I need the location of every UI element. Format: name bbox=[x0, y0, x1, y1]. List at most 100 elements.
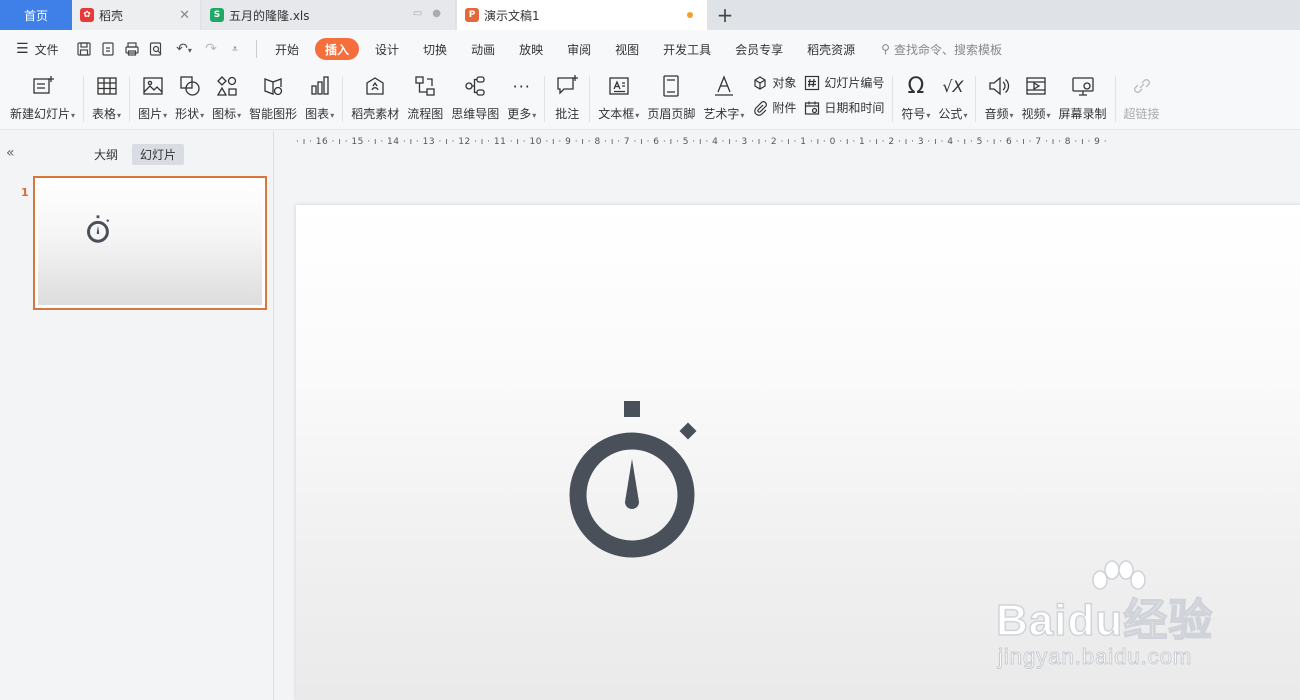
picture-button[interactable]: 图片▾ bbox=[134, 72, 171, 128]
menu-item-member[interactable]: 会员专享 bbox=[723, 38, 795, 60]
stopwatch-icon[interactable] bbox=[568, 399, 708, 559]
chart-button[interactable]: 图表▾ bbox=[301, 72, 338, 128]
textbox-icon bbox=[605, 72, 633, 100]
menu-item-animation[interactable]: 动画 bbox=[459, 38, 507, 60]
new-slide-icon bbox=[29, 72, 57, 100]
watermark-url: jingyan.baidu.com bbox=[997, 644, 1193, 670]
object-icon bbox=[754, 75, 766, 90]
icon-button[interactable]: 图标▾ bbox=[208, 72, 245, 128]
slide-thumbnail[interactable] bbox=[33, 176, 267, 310]
undo-icon[interactable]: ↶▾ bbox=[172, 41, 196, 57]
file-menu-label: 文件 bbox=[34, 42, 59, 57]
shape-icon bbox=[176, 72, 204, 100]
menu-item-developer[interactable]: 开发工具 bbox=[651, 38, 723, 60]
more-button[interactable]: ··· 更多▾ bbox=[503, 72, 540, 128]
file-menu-button[interactable]: ☰ 文件 bbox=[0, 41, 70, 58]
header-footer-button[interactable]: 页眉页脚 bbox=[643, 72, 699, 128]
menu-item-home[interactable]: 开始 bbox=[263, 38, 311, 60]
tab-ppt-label: 演示文稿1 bbox=[484, 8, 540, 23]
audio-button[interactable]: 音频▾ bbox=[980, 72, 1017, 128]
audio-label: 音频 bbox=[984, 107, 1009, 121]
bar-chart-icon bbox=[306, 72, 334, 100]
video-button[interactable]: 视频▾ bbox=[1017, 72, 1054, 128]
tab-xls[interactable]: S 五月的隆隆.xls ▭ ● bbox=[202, 0, 455, 30]
hamburger-icon: ☰ bbox=[16, 41, 29, 57]
picture-label: 图片 bbox=[138, 107, 163, 121]
close-icon[interactable]: ✕ bbox=[179, 8, 190, 23]
hash-icon bbox=[805, 75, 820, 90]
wordart-label: 艺术字 bbox=[703, 107, 740, 121]
hyperlink-button[interactable]: 超链接 bbox=[1120, 72, 1164, 128]
textbox-label: 文本框 bbox=[598, 107, 635, 121]
smartart-label: 智能图形 bbox=[249, 107, 298, 121]
menu-item-design[interactable]: 设计 bbox=[363, 38, 411, 60]
smartart-button[interactable]: 智能图形 bbox=[245, 72, 301, 128]
slide-navigation-panel: « 大纲 幻灯片 1 bbox=[0, 131, 274, 700]
wordart-button[interactable]: 艺术字▾ bbox=[699, 72, 748, 128]
formula-icon: √X bbox=[942, 76, 964, 96]
menu-item-slideshow[interactable]: 放映 bbox=[507, 38, 555, 60]
redo-icon[interactable]: ↷ bbox=[202, 41, 220, 57]
daoke-icon: ✿ bbox=[80, 8, 94, 22]
screen-record-button[interactable]: 屏幕录制 bbox=[1055, 72, 1111, 128]
tab-home[interactable]: 首页 bbox=[0, 0, 72, 30]
menu-item-transition[interactable]: 切换 bbox=[411, 38, 459, 60]
textbox-button[interactable]: 文本框▾ bbox=[594, 72, 643, 128]
tab-daoke-label: 稻壳 bbox=[99, 8, 124, 23]
symbol-button[interactable]: Ω 符号▾ bbox=[897, 72, 934, 128]
slide-number-button[interactable]: 幻灯片编号 bbox=[804, 74, 884, 91]
save-icon[interactable] bbox=[76, 41, 94, 57]
menu-item-insert[interactable]: 插入 bbox=[315, 38, 360, 60]
header-footer-label: 页眉页脚 bbox=[647, 107, 696, 121]
slide-number-label: 幻灯片编号 bbox=[824, 76, 885, 90]
horizontal-ruler: · ı · 16 · ı · 15 · ı · 14 · ı · 13 · ı … bbox=[296, 137, 1108, 147]
add-tab-button[interactable]: + bbox=[707, 0, 743, 30]
monitor-icon[interactable]: ▭ bbox=[413, 8, 422, 19]
more-icon: ··· bbox=[512, 76, 531, 96]
smartart-icon bbox=[259, 72, 287, 100]
symbol-label: 符号 bbox=[901, 107, 926, 121]
link-icon bbox=[1128, 72, 1156, 100]
tab-slides[interactable]: 幻灯片 bbox=[132, 144, 185, 165]
collapse-panel-icon[interactable]: « bbox=[6, 145, 15, 161]
icon-label: 图标 bbox=[212, 107, 237, 121]
comment-icon bbox=[553, 72, 581, 100]
flowchart-label: 流程图 bbox=[407, 107, 444, 121]
slide-thumbnail-number: 1 bbox=[21, 186, 29, 199]
shape-label: 形状 bbox=[175, 107, 200, 121]
object-button[interactable]: 对象 bbox=[752, 74, 796, 91]
comment-button[interactable]: 批注 bbox=[549, 72, 585, 128]
datetime-button[interactable]: 日期和时间 bbox=[804, 99, 884, 116]
spreadsheet-icon: S bbox=[210, 8, 224, 22]
watermark-logo-text: Baidu经验 bbox=[995, 595, 1214, 646]
tab-daoke[interactable]: ✿ 稻壳 ✕ bbox=[72, 0, 200, 30]
mindmap-button[interactable]: 思维导图 bbox=[447, 72, 503, 128]
shape-button[interactable]: 形状▾ bbox=[171, 72, 208, 128]
customize-toolbar-icon[interactable]: ⩡ bbox=[226, 44, 244, 55]
mindmap-icon bbox=[461, 72, 489, 100]
menu-separator bbox=[256, 40, 257, 58]
attachment-button[interactable]: 附件 bbox=[752, 99, 796, 116]
menu-item-daoke-resources[interactable]: 稻壳资源 bbox=[795, 38, 867, 60]
flowchart-button[interactable]: 流程图 bbox=[403, 72, 447, 128]
table-icon bbox=[93, 72, 121, 100]
calendar-icon bbox=[805, 101, 820, 115]
table-button[interactable]: 表格▾ bbox=[88, 72, 125, 128]
command-search[interactable]: ⚲ 查找命令、搜索模板 bbox=[881, 41, 1002, 58]
stopwatch-icon bbox=[86, 215, 112, 243]
omega-icon: Ω bbox=[907, 73, 925, 99]
comment-label: 批注 bbox=[555, 107, 580, 121]
formula-button[interactable]: √X 公式▾ bbox=[934, 72, 971, 128]
tab-ppt[interactable]: P 演示文稿1 bbox=[457, 0, 707, 30]
paperclip-icon bbox=[754, 100, 768, 116]
menu-item-review[interactable]: 审阅 bbox=[555, 38, 603, 60]
print-icon[interactable] bbox=[124, 41, 142, 57]
daoke-material-button[interactable]: 稻壳素材 bbox=[347, 72, 403, 128]
menu-item-view[interactable]: 视图 bbox=[603, 38, 651, 60]
unsaved-dot-icon: ● bbox=[432, 8, 441, 19]
new-slide-button[interactable]: 新建幻灯片▾ bbox=[0, 72, 79, 128]
tab-xls-label: 五月的隆隆.xls bbox=[229, 8, 310, 23]
tab-outline[interactable]: 大纲 bbox=[86, 144, 126, 165]
print-preview-icon[interactable] bbox=[148, 41, 166, 57]
export-pdf-icon[interactable] bbox=[100, 41, 118, 57]
